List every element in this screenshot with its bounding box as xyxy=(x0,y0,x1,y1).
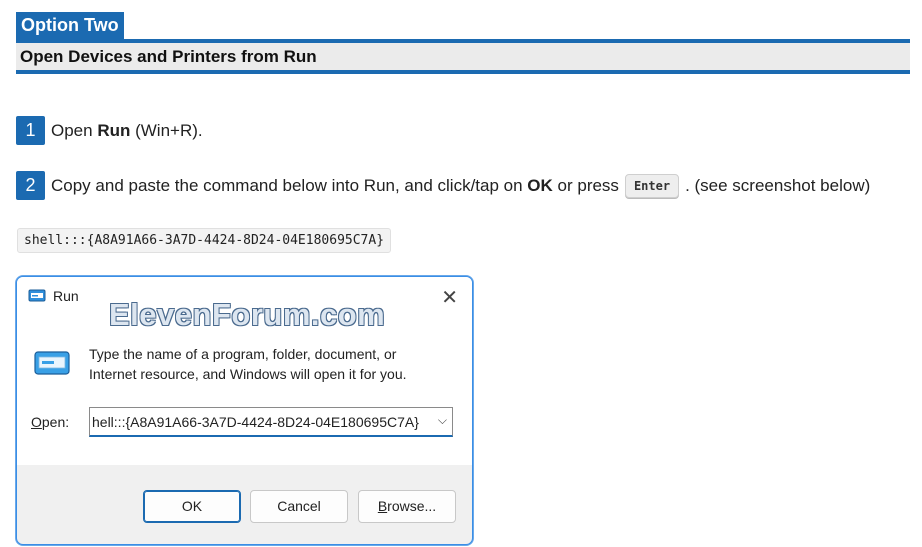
step-number: 2 xyxy=(16,171,45,200)
step-text-pre: Copy and paste the command below into Ru… xyxy=(51,175,528,195)
step-2: 2 Copy and paste the command below into … xyxy=(16,171,870,200)
open-input[interactable]: hell:::{A8A91A66-3A7D-4424-8D24-04E18069… xyxy=(92,414,430,430)
step-text-bold: Run xyxy=(97,120,131,140)
run-app-icon xyxy=(28,288,46,309)
run-large-icon xyxy=(34,351,70,382)
watermark-text: ElevenForum.com xyxy=(109,297,386,332)
step-text-bold: OK xyxy=(527,175,553,195)
step-number: 1 xyxy=(16,116,45,145)
description-line-2: Internet resource, and Windows will open… xyxy=(89,366,407,382)
cancel-button[interactable]: Cancel xyxy=(250,490,348,523)
step-text-pre: Open xyxy=(51,120,98,140)
browse-label-rest: rowse... xyxy=(387,498,437,514)
dialog-description: Type the name of a program, folder, docu… xyxy=(89,344,449,384)
dialog-title: Run xyxy=(53,288,79,304)
open-label: Open: xyxy=(31,414,69,430)
browse-accel: B xyxy=(377,498,388,514)
open-label-accel: O xyxy=(31,414,42,430)
option-two-tab: Option Two xyxy=(16,12,124,39)
close-icon[interactable]: ✕ xyxy=(441,285,458,310)
open-label-rest: pen: xyxy=(41,414,70,430)
browse-button[interactable]: Browse... xyxy=(358,490,456,523)
enter-key: Enter xyxy=(624,173,680,198)
open-combobox[interactable]: hell:::{A8A91A66-3A7D-4424-8D24-04E18069… xyxy=(89,407,453,437)
step-text-post: . (see screenshot below) xyxy=(685,175,871,195)
section-header-title: Open Devices and Printers from Run xyxy=(20,47,317,66)
step-text-post: (Win+R). xyxy=(130,120,203,140)
command-code: shell:::{A8A91A66-3A7D-4424-8D24-04E1806… xyxy=(17,228,392,253)
ok-button[interactable]: OK xyxy=(143,490,241,523)
step-text-mid: or press xyxy=(552,175,619,195)
section-header: Open Devices and Printers from Run xyxy=(16,39,910,74)
dialog-content-area xyxy=(17,317,472,465)
run-dialog: Run ✕ ElevenForum.com Type the name of a… xyxy=(16,276,473,545)
chevron-down-icon[interactable]: ⌵ xyxy=(438,413,447,428)
description-line-1: Type the name of a program, folder, docu… xyxy=(89,346,397,362)
step-1: 1 Open Run (Win+R). xyxy=(16,116,203,145)
